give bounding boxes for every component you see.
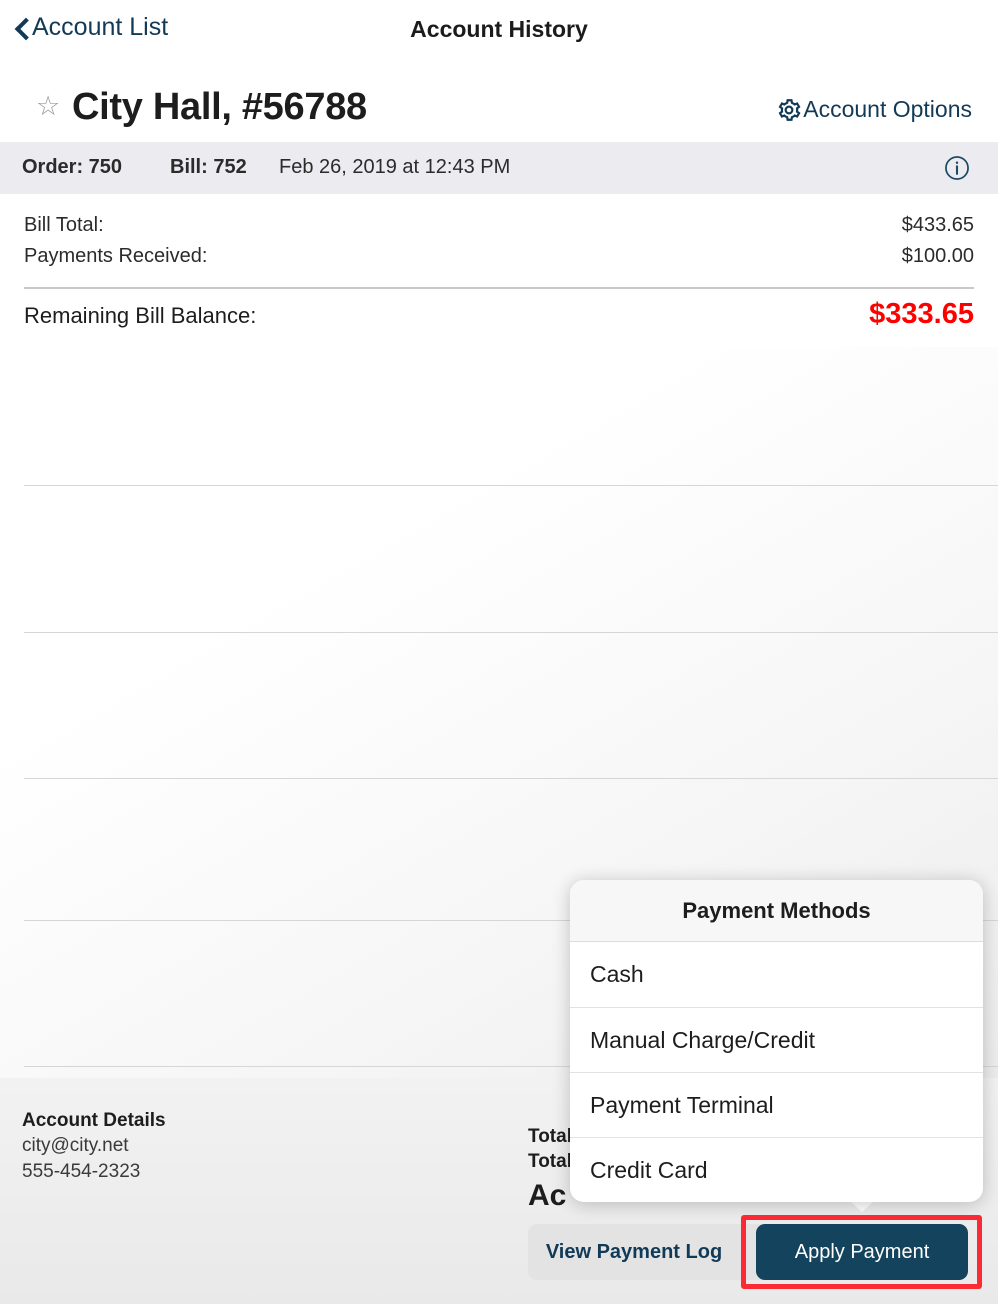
page-title: Account History bbox=[410, 16, 588, 42]
remaining-balance-row: Remaining Bill Balance: $333.65 bbox=[24, 298, 974, 347]
payment-method-cash[interactable]: Cash bbox=[570, 942, 983, 1007]
list-divider bbox=[24, 632, 998, 633]
account-name-title: City Hall, #56788 bbox=[72, 86, 367, 128]
payment-methods-popover: Payment Methods Cash Manual Charge/Credi… bbox=[570, 880, 983, 1202]
summary-row: Payments Received: $100.00 bbox=[24, 245, 974, 276]
gear-icon bbox=[776, 97, 802, 123]
account-details-title: Account Details bbox=[22, 1110, 166, 1131]
apply-payment-button[interactable]: Apply Payment bbox=[756, 1224, 968, 1280]
info-icon[interactable] bbox=[944, 155, 970, 181]
account-email: city@city.net bbox=[22, 1135, 129, 1157]
summary-row: Bill Total: $433.65 bbox=[24, 214, 974, 245]
view-payment-log-button[interactable]: View Payment Log bbox=[528, 1224, 740, 1280]
star-favorite-icon[interactable]: ☆ bbox=[36, 92, 64, 120]
app-root: Account List Account History ☆ City Hall… bbox=[0, 0, 998, 1304]
payment-method-credit-card[interactable]: Credit Card bbox=[570, 1137, 983, 1202]
bill-number: Bill: 752 bbox=[170, 156, 247, 178]
account-options-button[interactable]: Account Options bbox=[776, 96, 972, 123]
account-header: ☆ City Hall, #56788 Account Options bbox=[0, 62, 998, 142]
order-date: Feb 26, 2019 at 12:43 PM bbox=[279, 156, 511, 178]
footer-action-buttons: View Payment Log Apply Payment bbox=[528, 1224, 968, 1280]
bill-total-label: Bill Total: bbox=[24, 214, 104, 236]
bill-summary: Bill Total: $433.65 Payments Received: $… bbox=[0, 194, 998, 347]
order-number: Order: 750 bbox=[22, 156, 123, 178]
list-divider bbox=[24, 485, 998, 486]
payment-method-manual-charge-credit[interactable]: Manual Charge/Credit bbox=[570, 1007, 983, 1072]
bill-total-value: $433.65 bbox=[901, 214, 974, 236]
summary-divider bbox=[24, 287, 974, 289]
order-info-bar: Order: 750 Bill: 752 Feb 26, 2019 at 12:… bbox=[0, 142, 998, 194]
remaining-balance-value: $333.65 bbox=[869, 298, 974, 330]
remaining-balance-label: Remaining Bill Balance: bbox=[24, 303, 257, 328]
list-divider bbox=[24, 778, 998, 779]
account-balance-value: Ac bbox=[528, 1179, 567, 1213]
account-options-label: Account Options bbox=[803, 96, 972, 122]
popover-title: Payment Methods bbox=[570, 880, 983, 942]
payments-received-value: $100.00 bbox=[901, 245, 974, 267]
totals-block: Total Total Ac bbox=[528, 1124, 572, 1216]
payments-received-label: Payments Received: bbox=[24, 245, 208, 267]
totals-line-1: Total bbox=[528, 1126, 572, 1147]
totals-line-2: Total bbox=[528, 1151, 572, 1173]
navigation-bar: Account List Account History bbox=[0, 0, 998, 62]
account-details-block: Account Details city@city.net 555-454-23… bbox=[22, 1108, 166, 1184]
payment-method-payment-terminal[interactable]: Payment Terminal bbox=[570, 1072, 983, 1137]
account-phone: 555-454-2323 bbox=[22, 1160, 141, 1182]
